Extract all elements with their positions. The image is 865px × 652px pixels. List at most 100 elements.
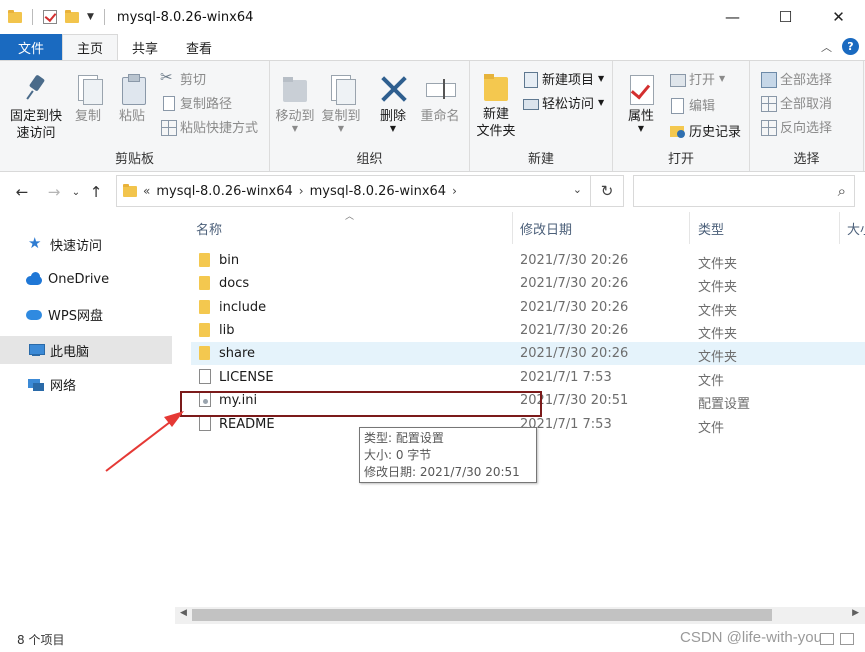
scrollbar-thumb[interactable]	[192, 609, 772, 621]
invert-selection-button[interactable]: 反向选择	[760, 117, 832, 136]
breadcrumb-chevron-icon[interactable]: ›	[299, 184, 304, 198]
details-view-icon[interactable]	[820, 633, 834, 645]
maximize-button[interactable]: ☐	[759, 0, 812, 34]
new-group-label: 新建	[527, 152, 554, 167]
properties-check-icon[interactable]	[43, 10, 57, 24]
address-bar[interactable]: « mysql-8.0.26-winx64 › mysql-8.0.26-win…	[116, 175, 591, 207]
table-row[interactable]: lib 2021/7/30 20:26 文件夹	[191, 319, 865, 342]
properties-button[interactable]: 属性 ▼	[623, 73, 659, 133]
copy-to-icon	[326, 73, 356, 105]
forward-arrow-icon[interactable]: →	[43, 183, 65, 201]
computer-icon	[28, 343, 45, 357]
open-button[interactable]: 打开 ▼	[669, 69, 725, 88]
table-row[interactable]: LICENSE 2021/7/1 7:53 文件	[191, 366, 865, 389]
collapse-ribbon-icon[interactable]: ︿	[821, 39, 832, 55]
pin-label-line2: 速访问	[16, 126, 56, 141]
nav-item-network[interactable]: 网络	[0, 370, 172, 398]
new-folder-button[interactable]: 新建 文件夹	[474, 71, 518, 140]
easy-access-button[interactable]: 轻松访问 ▼	[522, 93, 604, 112]
delete-x-icon	[378, 73, 408, 105]
move-to-button[interactable]: 移动到 ▼	[274, 73, 316, 133]
nav-item-wps[interactable]: WPS网盘	[0, 300, 172, 328]
breadcrumb-overflow[interactable]: «	[143, 184, 150, 198]
scroll-left-icon[interactable]: ◀	[180, 608, 187, 618]
nav-item-label: 网络	[50, 378, 77, 394]
file-name: docs	[219, 276, 250, 291]
paste-button[interactable]: 粘贴	[114, 73, 150, 125]
breadcrumb-item[interactable]: mysql-8.0.26-winx64	[310, 184, 446, 199]
tab-share[interactable]: 共享	[118, 34, 172, 60]
help-icon[interactable]: ?	[842, 38, 859, 55]
open-group: 属性 ▼ 打开 ▼ 编辑 历史记录 打开	[613, 61, 750, 171]
folder-icon	[123, 183, 137, 197]
paste-shortcut-button[interactable]: 粘贴快捷方式	[160, 117, 258, 136]
file-date: 2021/7/30 20:26	[520, 300, 629, 315]
tab-home[interactable]: 主页	[62, 34, 119, 60]
rename-button[interactable]: 重命名	[418, 73, 462, 125]
column-header-name[interactable]: 名称	[188, 212, 513, 244]
column-header-type[interactable]: 类型	[690, 212, 840, 244]
recent-locations-chevron-icon[interactable]: ⌄	[65, 187, 87, 198]
search-input[interactable]: ⌕	[633, 175, 855, 207]
nav-item-onedrive[interactable]: OneDrive	[0, 265, 172, 293]
breadcrumb-chevron-icon[interactable]: ›	[452, 184, 457, 198]
file-date: 2021/7/30 20:26	[520, 253, 629, 268]
close-button[interactable]: ✕	[812, 0, 865, 34]
file-date: 2021/7/30 20:26	[520, 276, 629, 291]
tab-file[interactable]: 文件	[0, 34, 62, 60]
file-name: LICENSE	[219, 370, 274, 385]
file-icon	[199, 416, 211, 431]
breadcrumb-item[interactable]: mysql-8.0.26-winx64	[156, 184, 292, 199]
select-none-button[interactable]: 全部取消	[760, 93, 832, 112]
back-arrow-icon[interactable]: ←	[11, 183, 33, 201]
tooltip-size: 大小: 0 字节	[364, 448, 432, 462]
separator	[103, 9, 105, 25]
refresh-icon: ↻	[600, 182, 614, 200]
edit-button[interactable]: 编辑	[669, 95, 715, 114]
copy-button[interactable]: 复制	[70, 73, 106, 125]
table-row[interactable]: include 2021/7/30 20:26 文件夹	[191, 296, 865, 319]
clipboard-group-label: 剪贴板	[114, 152, 154, 167]
column-header-date[interactable]: 修改日期	[512, 212, 690, 244]
column-header-size[interactable]: 大小	[839, 212, 865, 244]
table-row[interactable]: docs 2021/7/30 20:26 文件夹	[191, 272, 865, 295]
new-folder-icon[interactable]	[65, 9, 79, 23]
file-tooltip: 类型: 配置设置 大小: 0 字节 修改日期: 2021/7/30 20:51	[359, 427, 537, 483]
large-icons-view-icon[interactable]	[840, 633, 854, 645]
customize-dropdown-icon[interactable]: ▼	[87, 12, 94, 22]
scroll-right-icon[interactable]: ▶	[852, 608, 859, 618]
history-button[interactable]: 历史记录	[669, 121, 741, 140]
copy-path-button[interactable]: 复制路径	[160, 93, 232, 112]
ribbon: 固定到快 速访问 复制 粘贴 剪切 复制路径 粘贴快捷方式 剪贴板 移动到	[0, 60, 865, 172]
select-all-button[interactable]: 全部选择	[760, 69, 832, 88]
nav-item-quick-access[interactable]: 快速访问	[0, 230, 172, 258]
tab-view[interactable]: 查看	[172, 34, 226, 60]
cut-button[interactable]: 剪切	[160, 68, 206, 89]
search-icon: ⌕	[837, 182, 846, 200]
file-type: 文件	[698, 374, 725, 389]
delete-button[interactable]: 删除 ▼	[376, 73, 410, 133]
horizontal-scrollbar[interactable]: ◀ ▶	[175, 607, 865, 624]
new-folder-label-line1: 新建	[482, 107, 509, 122]
copy-path-icon	[160, 95, 176, 111]
status-bar: 8 个项目 CSDN @life-with-you	[0, 624, 865, 652]
paste-shortcut-label: 粘贴快捷方式	[180, 121, 259, 136]
address-dropdown-icon[interactable]: ⌄	[573, 183, 582, 196]
refresh-button[interactable]: ↻	[591, 175, 624, 207]
window-title: mysql-8.0.26-winx64	[116, 9, 254, 25]
table-row[interactable]: share 2021/7/30 20:26 文件夹	[191, 342, 865, 365]
copy-to-button[interactable]: 复制到 ▼	[320, 73, 362, 133]
minimize-button[interactable]: —	[706, 0, 759, 34]
new-item-button[interactable]: 新建项目 ▼	[522, 69, 604, 88]
file-type: 文件夹	[698, 304, 738, 319]
pin-quick-access-button[interactable]: 固定到快 速访问	[6, 73, 66, 142]
quick-access-toolbar: ▼	[0, 9, 107, 25]
file-date: 2021/7/30 20:26	[520, 346, 629, 361]
table-row[interactable]: bin 2021/7/30 20:26 文件夹	[191, 249, 865, 272]
file-name: README	[219, 417, 275, 432]
file-type: 文件夹	[698, 350, 738, 365]
tooltip-date: 修改日期: 2021/7/30 20:51	[364, 465, 520, 479]
easy-access-label: 轻松访问	[542, 97, 595, 112]
up-arrow-icon[interactable]: ↑	[85, 183, 107, 201]
nav-item-this-pc[interactable]: 此电脑	[0, 336, 172, 364]
